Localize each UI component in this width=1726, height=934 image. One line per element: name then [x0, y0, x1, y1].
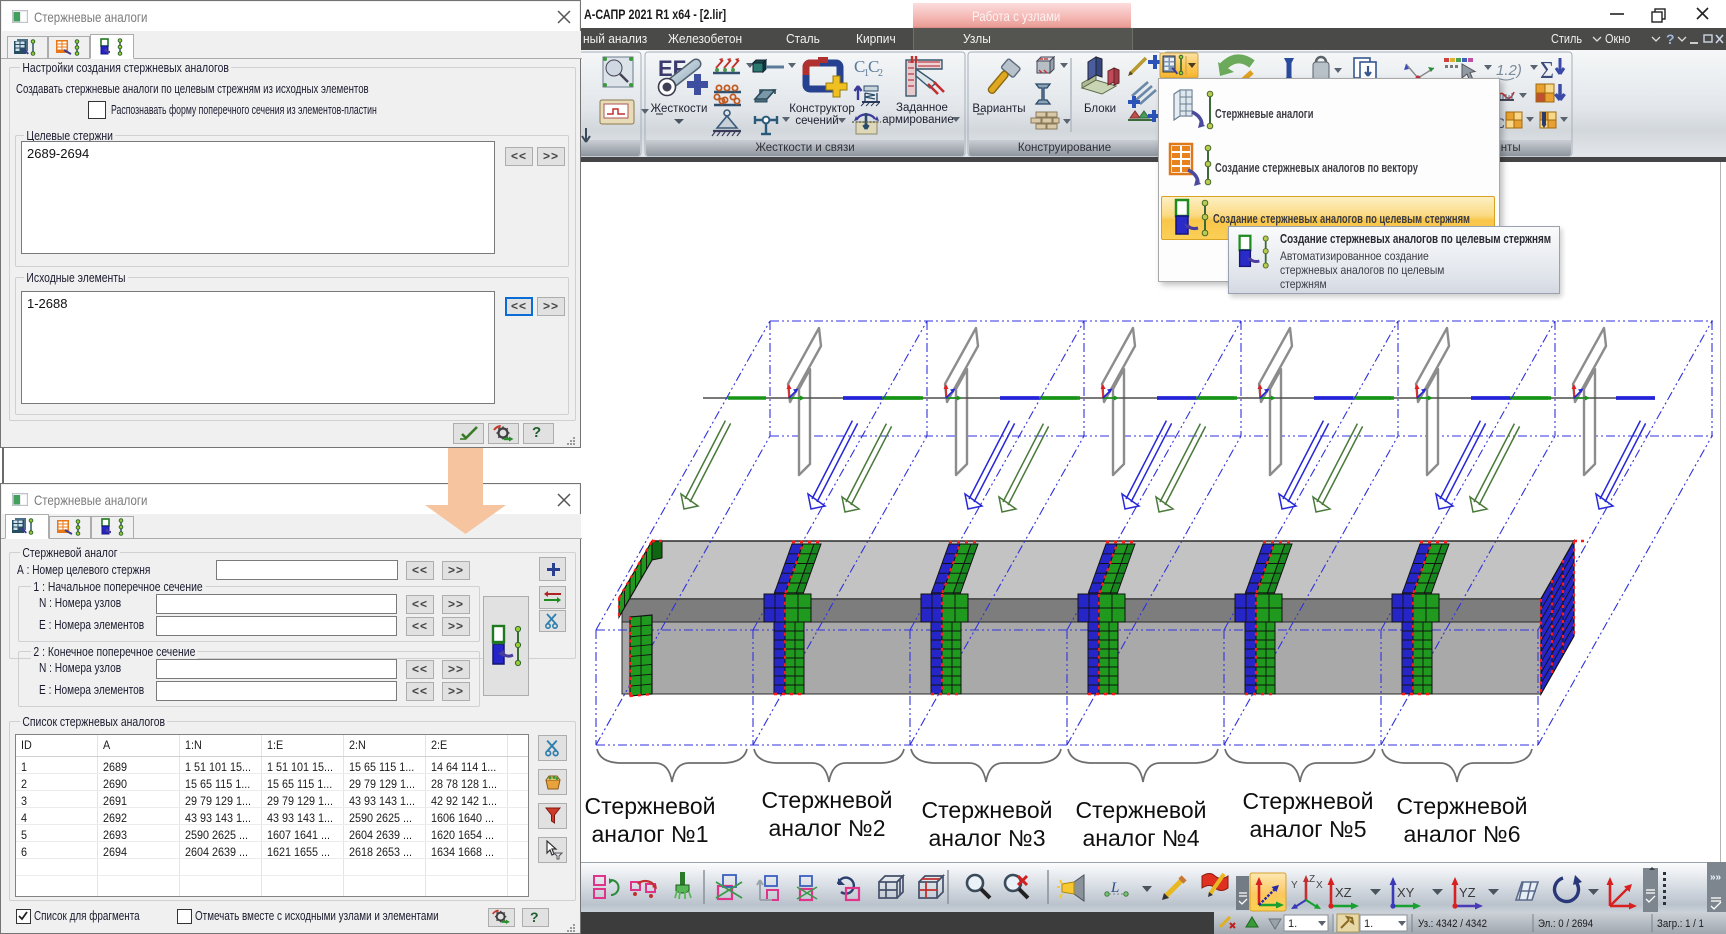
svg-text:XY: XY	[1397, 885, 1415, 900]
svg-text:Стержневой: Стержневой	[1243, 788, 1374, 814]
svg-text:Стержневой: Стержневой	[1076, 797, 1207, 823]
svg-text:Стержневой: Стержневой	[922, 797, 1053, 823]
svg-text:Y: Y	[1291, 880, 1298, 891]
svg-text:аналог №1: аналог №1	[592, 821, 709, 847]
svg-text:YZ: YZ	[1459, 885, 1476, 900]
svg-text:Варианты: Варианты	[972, 103, 1025, 115]
svg-text:Заданное: Заданное	[896, 102, 948, 114]
svg-text:Конструирование: Конструирование	[1018, 142, 1111, 154]
svg-text:»»: »»	[1710, 872, 1722, 883]
svg-text:Σ: Σ	[1540, 58, 1554, 84]
svg-text:X: X	[1316, 880, 1323, 891]
svg-text:?: ?	[1666, 31, 1675, 47]
svg-text:сечений: сечений	[795, 115, 838, 127]
svg-text:армирование: армирование	[882, 114, 953, 126]
svg-text:1.: 1.	[1364, 918, 1373, 930]
svg-text:Эл.: 0 / 2694: Эл.: 0 / 2694	[1538, 917, 1593, 930]
svg-text:Стержневой: Стержневой	[762, 787, 893, 813]
svg-text:Блоки: Блоки	[1084, 103, 1116, 115]
svg-text:Жесткости: Жесткости	[651, 103, 708, 115]
svg-text:Z: Z	[1309, 874, 1315, 885]
svg-text:Уз.: 4342 / 4342: Уз.: 4342 / 4342	[1418, 917, 1487, 930]
svg-text:аналог №3: аналог №3	[929, 825, 1046, 851]
svg-text:2: 2	[878, 68, 883, 79]
svg-text:аналог №4: аналог №4	[1083, 825, 1200, 851]
svg-text:Жесткости и связи: Жесткости и связи	[755, 142, 854, 154]
svg-text:1.: 1.	[1288, 918, 1297, 930]
svg-text:Конструктор: Конструктор	[789, 103, 855, 115]
svg-text:Стержневой: Стержневой	[1397, 793, 1528, 819]
svg-text:Стержневой: Стержневой	[585, 793, 716, 819]
svg-text:аналог №6: аналог №6	[1404, 821, 1521, 847]
svg-text:аналог №5: аналог №5	[1250, 816, 1367, 842]
svg-text:Загр.: 1 / 1: Загр.: 1 / 1	[1657, 917, 1704, 930]
svg-text:аналог №2: аналог №2	[769, 815, 886, 841]
svg-text:1.2): 1.2)	[1496, 62, 1522, 79]
svg-text:XZ: XZ	[1335, 885, 1352, 900]
